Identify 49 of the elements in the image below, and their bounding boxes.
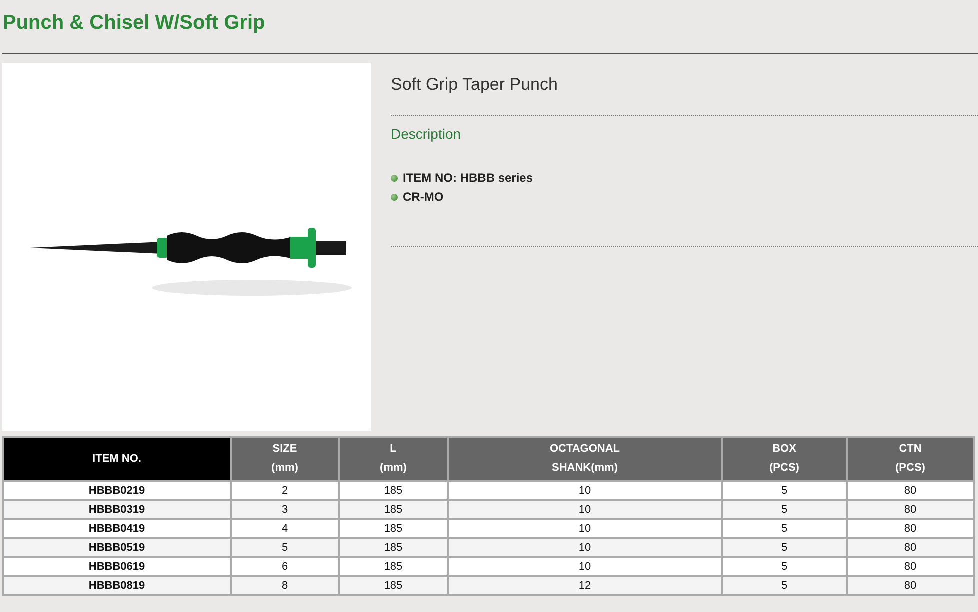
table-cell: 12 — [448, 576, 722, 595]
table-cell: 10 — [448, 500, 722, 519]
column-header: BOX (PCS) — [722, 437, 847, 481]
table-cell: 185 — [339, 500, 448, 519]
table-cell: HBBB0419 — [3, 519, 231, 538]
table-cell: 3 — [231, 500, 339, 519]
table-cell: 8 — [231, 576, 339, 595]
feature-text: ITEM NO: HBBB series — [403, 170, 534, 184]
table-cell: 185 — [339, 538, 448, 557]
table-cell: 80 — [847, 538, 974, 557]
table-cell: 5 — [722, 557, 847, 576]
table-cell: 185 — [339, 481, 448, 500]
table-cell: 5 — [722, 538, 847, 557]
table-cell: 80 — [847, 500, 974, 519]
table-cell: 80 — [847, 481, 974, 500]
table-cell: 10 — [448, 519, 722, 538]
product-name: Soft Grip Taper Punch — [391, 75, 559, 96]
table-cell: 185 — [339, 519, 448, 538]
table-cell: 80 — [847, 557, 974, 576]
bullet-icon — [391, 175, 398, 182]
table-cell: 5 — [722, 519, 847, 538]
table-cell: HBBB0519 — [3, 538, 231, 557]
table-cell: 10 — [448, 557, 722, 576]
section-heading: Description — [391, 126, 462, 142]
table-cell: 5 — [722, 576, 847, 595]
table-cell: 4 — [231, 519, 339, 538]
table-cell: 5 — [231, 538, 339, 557]
table-cell: HBBB0619 — [3, 557, 231, 576]
table-cell: 10 — [448, 538, 722, 557]
page-title: Punch & Chisel W/Soft Grip — [2, 11, 266, 36]
table-cell: 80 — [847, 576, 974, 595]
column-header: L (mm) — [339, 437, 448, 481]
table-cell: 5 — [722, 500, 847, 519]
table-cell: HBBB0819 — [3, 576, 231, 595]
table-cell: 80 — [847, 519, 974, 538]
table-cell: 2 — [231, 481, 339, 500]
column-header: SIZE (mm) — [231, 437, 339, 481]
table-cell: 10 — [448, 481, 722, 500]
table-cell: 185 — [339, 557, 448, 576]
table-cell: 6 — [231, 557, 339, 576]
column-header: ITEM NO. — [3, 437, 231, 481]
table-cell: 5 — [722, 481, 847, 500]
table-cell: 185 — [339, 576, 448, 595]
table-cell: HBBB0319 — [3, 500, 231, 519]
feature-text: CR-MO — [403, 190, 444, 204]
table-cell: HBBB0219 — [3, 481, 231, 500]
column-header: CTN (PCS) — [847, 437, 974, 481]
column-header: OCTAGONAL SHANK(mm) — [448, 437, 722, 481]
bullet-icon — [391, 194, 398, 201]
